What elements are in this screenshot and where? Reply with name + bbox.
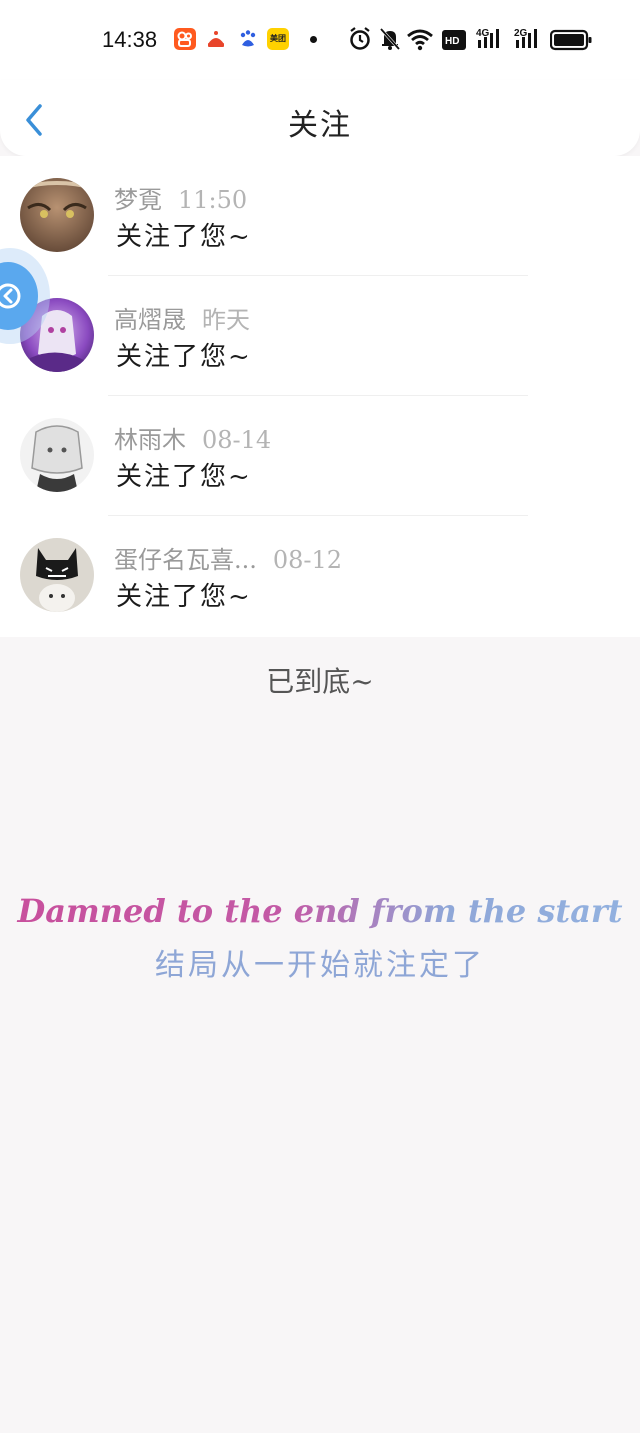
quote-english: Damned to the end from the start [0, 892, 640, 930]
status-time: 14:38 [102, 27, 158, 52]
timestamp: 08-12 [272, 546, 343, 574]
user-name-text[interactable]: 林雨木 [114, 426, 186, 454]
battery-icon [549, 29, 592, 55]
meituan-icon: 美团 [267, 28, 289, 50]
message-text: 关注了您~ [116, 462, 252, 492]
kuaishou-icon [174, 28, 196, 50]
chevron-left-icon [0, 283, 21, 309]
mute-icon [378, 26, 402, 52]
user-name-text[interactable]: 蛋仔名瓦喜... [114, 546, 257, 574]
avatar[interactable] [20, 418, 94, 492]
message-text: 关注了您~ [116, 582, 252, 612]
notification-dot [310, 36, 317, 43]
timestamp: 11:50 [178, 186, 248, 214]
svg-text:4G: 4G [476, 28, 490, 39]
list-item[interactable]: 梦覔 11:50 关注了您~ [0, 156, 640, 276]
floating-assistant-core[interactable] [0, 262, 38, 330]
end-of-list-text: 已到底~ [266, 665, 374, 698]
user-name: 蛋仔名瓦喜... 08-12 [114, 540, 342, 575]
alarm-icon [348, 26, 372, 52]
user-name: 高熠晟 昨天 [114, 300, 250, 335]
svg-text:2G: 2G [514, 28, 528, 39]
quote-chinese: 结局从一开始就注定了 [155, 948, 485, 983]
timestamp: 昨天 [202, 306, 250, 334]
user-name-text[interactable]: 高熠晟 [114, 306, 186, 334]
list-item[interactable]: 高熠晟 昨天 关注了您~ [0, 276, 640, 396]
follow-notification-list: 梦覔 11:50 关注了您~ 高熠晟 昨天 关注了您~ 林雨木 08-14 关注了您~… [0, 156, 640, 637]
list-item[interactable]: 林雨木 08-14 关注了您~ [0, 396, 640, 516]
svg-text:HD: HD [445, 36, 459, 47]
list-item[interactable]: 蛋仔名瓦喜... 08-12 关注了您~ [0, 516, 640, 636]
page-header: 关注 [0, 80, 640, 156]
user-name: 梦覔 11:50 [114, 180, 247, 215]
wifi-icon [406, 26, 434, 52]
signal-2g-icon: 2G [514, 26, 544, 52]
status-bar: 14:38 美团 HD 4G 2G [0, 0, 640, 80]
toutiao-icon [205, 28, 227, 50]
message-text: 关注了您~ [116, 342, 252, 372]
user-name: 林雨木 08-14 [114, 420, 271, 455]
page-title: 关注 [288, 108, 352, 143]
baidu-icon [237, 28, 259, 50]
avatar[interactable] [20, 538, 94, 612]
hd-icon: HD [442, 30, 466, 56]
message-text: 关注了您~ [116, 222, 252, 252]
avatar[interactable] [20, 178, 94, 252]
timestamp: 08-14 [202, 426, 272, 454]
user-name-text[interactable]: 梦覔 [114, 186, 162, 214]
signal-4g-icon: 4G [476, 26, 506, 52]
